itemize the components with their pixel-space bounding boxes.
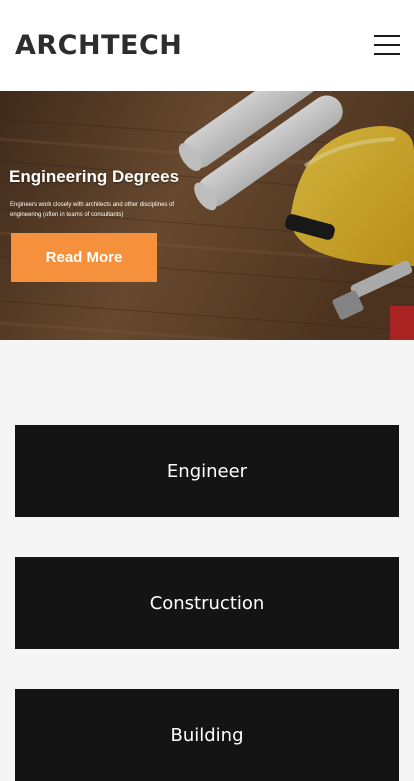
service-card-engineer[interactable]: Engineer <box>15 425 399 517</box>
read-more-button[interactable]: Read More <box>11 233 157 282</box>
hamburger-menu-icon[interactable] <box>374 35 400 55</box>
menu-line <box>374 35 400 37</box>
menu-line <box>374 53 400 55</box>
menu-line <box>374 44 400 46</box>
site-header: ARCHTECH <box>0 0 414 91</box>
service-card-construction[interactable]: Construction <box>15 557 399 649</box>
hero-subtitle: Engineers work closely with architects a… <box>10 202 175 218</box>
hero-title: Engineering Degrees <box>9 167 180 186</box>
service-card-building[interactable]: Building <box>15 689 399 781</box>
hero-banner: Engineering Degrees Engineers work close… <box>0 91 414 340</box>
site-logo[interactable]: ARCHTECH <box>15 30 182 62</box>
